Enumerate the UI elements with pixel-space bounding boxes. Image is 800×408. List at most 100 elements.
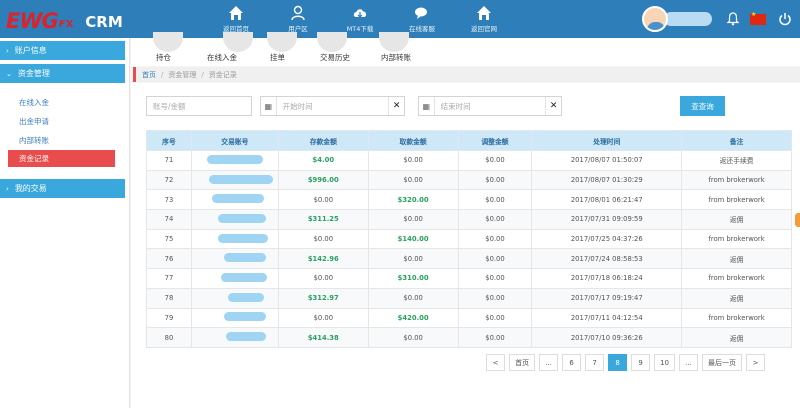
cloud-download-icon xyxy=(353,9,367,18)
table-row: 75 $0.00 $140.00 $0.00 2017/07/25 04:37:26 fr… xyxy=(146,228,792,250)
sidebar-item-internal-transfer[interactable]: 内部转账 xyxy=(0,131,129,150)
account-amount-input[interactable] xyxy=(147,97,251,115)
clear-start-date-icon[interactable]: ✕ xyxy=(388,97,404,115)
page-button[interactable]: 10 xyxy=(654,354,675,371)
cell-no: 73 xyxy=(146,189,192,211)
tab-decor xyxy=(317,32,347,52)
account-redacted xyxy=(225,332,266,342)
page-button[interactable]: 9 xyxy=(631,354,651,371)
page-button[interactable]: 首页 xyxy=(509,354,536,371)
col-header-note[interactable]: 备注 xyxy=(681,130,792,151)
page-button[interactable]: ... xyxy=(539,354,559,371)
fund-records-table: 序号 交易账号 存款金额 取款金额 调整金额 处理时间 备注 71 $4.00 $0… xyxy=(146,130,792,348)
cell-account xyxy=(190,268,279,289)
start-date-input[interactable] xyxy=(276,97,389,115)
tab-positions[interactable]: 持仓 xyxy=(156,52,171,63)
table-row: 77 $0.00 $310.00 $0.00 2017/07/18 06:18:24 fr… xyxy=(146,268,792,289)
table-header-row: 序号 交易账号 存款金额 取款金额 调整金额 处理时间 备注 xyxy=(146,130,792,151)
cell-withdraw: $0.00 xyxy=(367,169,459,191)
tab-internal-transfer[interactable]: 内部转账 xyxy=(381,52,411,63)
nav-official-site[interactable]: 返回官网 xyxy=(453,0,515,38)
cell-adjust: $0.00 xyxy=(457,268,533,289)
cell-account xyxy=(190,287,279,309)
cell-time: 2017/07/11 04:12:54 xyxy=(531,307,683,329)
breadcrumb-current: 资金记录 xyxy=(208,70,237,79)
col-header-withdraw[interactable]: 取款金额 xyxy=(367,130,459,151)
cell-adjust: $0.00 xyxy=(457,189,533,211)
username-redacted xyxy=(664,12,712,26)
floating-side-tab[interactable] xyxy=(795,213,800,227)
sidebar-item-withdraw-request[interactable]: 出金申请 xyxy=(0,112,129,131)
cell-no: 76 xyxy=(146,248,192,270)
logo-ewg: EWG xyxy=(6,9,59,33)
tab-decor xyxy=(153,32,183,52)
calendar-icon[interactable]: ▦ xyxy=(419,97,435,115)
col-header-deposit[interactable]: 存款金额 xyxy=(277,130,369,151)
tab-online-deposit[interactable]: 在线入金 xyxy=(207,52,237,63)
breadcrumb: 首页 / 资金管理 / 资金记录 xyxy=(133,67,800,82)
table-row: 76 $142.96 $0.00 $0.00 2017/07/24 08:58:53 返佣 xyxy=(146,248,792,270)
cell-no: 71 xyxy=(146,150,192,171)
cell-withdraw: $420.00 xyxy=(367,307,459,329)
col-header-no[interactable]: 序号 xyxy=(146,130,192,151)
home-icon xyxy=(229,6,243,20)
cell-deposit: $414.38 xyxy=(277,327,369,348)
cell-time: 2017/07/18 06:18:24 xyxy=(531,268,683,289)
sidebar-funds-label: 资金管理 xyxy=(17,69,50,78)
cell-note: from brokerwork xyxy=(681,228,792,250)
cell-withdraw: $320.00 xyxy=(367,189,459,211)
breadcrumb-home[interactable]: 首页 xyxy=(142,70,156,80)
sidebar-my-trades[interactable]: › 我的交易 xyxy=(0,179,125,198)
nav-service-label: 在线客服 xyxy=(409,25,435,33)
tab-decor xyxy=(267,32,297,52)
calendar-icon[interactable]: ▦ xyxy=(261,97,277,115)
end-date-input[interactable] xyxy=(434,97,546,115)
sidebar-item-online-deposit[interactable]: 在线入金 xyxy=(0,93,129,112)
table-row: 72 $996.00 $0.00 $0.00 2017/08/07 01:30:29 fr… xyxy=(146,169,792,191)
cell-no: 78 xyxy=(146,287,192,309)
page-button[interactable]: 8 xyxy=(608,354,628,371)
cell-time: 2017/07/24 08:58:53 xyxy=(531,248,683,270)
breadcrumb-separator: / xyxy=(161,70,164,79)
sidebar: › 账户信息 ⌄ 资金管理 在线入金 出金申请 内部转账 资金记录 › 我的交易 xyxy=(0,38,130,408)
sidebar-funds-submenu: 在线入金 出金申请 内部转账 资金记录 xyxy=(0,83,129,171)
cell-withdraw: $0.00 xyxy=(367,150,459,171)
cell-account xyxy=(190,189,279,211)
col-header-account[interactable]: 交易账号 xyxy=(190,130,279,151)
cell-account xyxy=(190,150,279,171)
cell-account xyxy=(190,209,279,230)
power-icon[interactable] xyxy=(778,12,792,26)
cell-withdraw: $140.00 xyxy=(367,228,459,250)
page-button[interactable]: 最后一页 xyxy=(702,354,742,371)
table-row: 80 $414.38 $0.00 $0.00 2017/07/10 09:36:26 返佣 xyxy=(146,327,792,348)
page-button[interactable]: < xyxy=(486,354,506,371)
col-header-time[interactable]: 处理时间 xyxy=(531,130,683,151)
cell-adjust: $0.00 xyxy=(457,150,533,171)
tab-trade-history[interactable]: 交易历史 xyxy=(320,52,350,63)
account-redacted xyxy=(211,194,264,204)
nav-official-label: 返回官网 xyxy=(471,25,497,33)
brand-logo[interactable]: EWG FX CRM xyxy=(6,8,123,32)
avatar[interactable] xyxy=(642,6,668,32)
sidebar-account-info[interactable]: › 账户信息 xyxy=(0,41,125,60)
breadcrumb-funds[interactable]: 资金管理 xyxy=(168,70,196,80)
page-button[interactable]: > xyxy=(746,354,765,371)
account-redacted xyxy=(223,312,266,322)
end-date-field: ▦ ✕ xyxy=(418,96,562,116)
page-button[interactable]: 7 xyxy=(585,354,605,371)
tab-pending-orders[interactable]: 挂单 xyxy=(270,52,285,63)
col-header-adjust[interactable]: 调整金额 xyxy=(457,130,533,151)
tab-decor xyxy=(223,32,253,52)
table-row: 79 $0.00 $420.00 $0.00 2017/07/11 04:12:54 fr… xyxy=(146,307,792,329)
page-button[interactable]: ... xyxy=(679,354,698,371)
cell-note: 返佣 xyxy=(681,209,792,230)
page-button[interactable]: 6 xyxy=(562,354,582,371)
sidebar-funds-management[interactable]: ⌄ 资金管理 xyxy=(0,64,125,83)
sidebar-item-fund-records[interactable]: 资金记录 xyxy=(8,150,115,167)
cell-note: 返佣 xyxy=(681,327,792,348)
cell-time: 2017/07/17 09:19:47 xyxy=(531,287,683,309)
china-flag-icon[interactable] xyxy=(750,11,766,25)
bell-icon[interactable] xyxy=(726,12,740,26)
search-button[interactable]: 查查询 xyxy=(680,96,725,116)
clear-end-date-icon[interactable]: ✕ xyxy=(545,97,561,115)
